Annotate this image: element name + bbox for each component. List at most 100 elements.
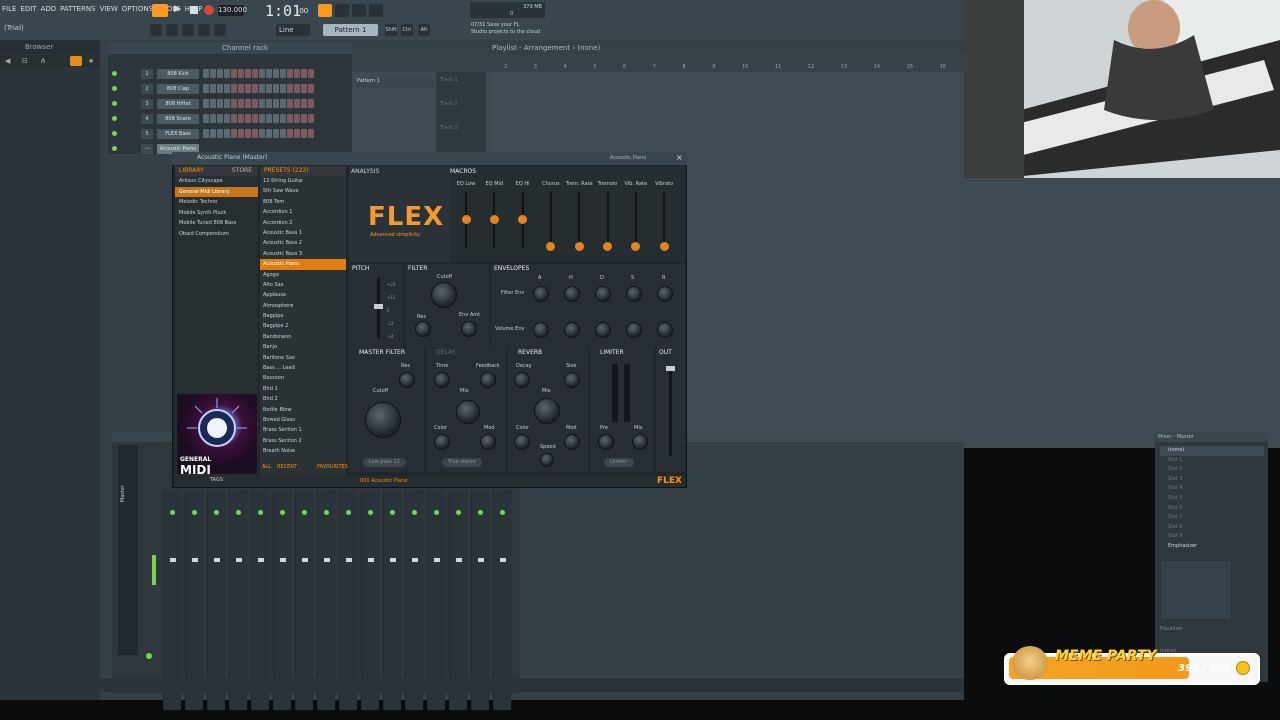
step-button[interactable]	[273, 84, 279, 93]
step-button[interactable]	[231, 69, 237, 78]
step-button[interactable]	[294, 99, 300, 108]
mf-cutoff-knob[interactable]	[365, 402, 401, 438]
reverb-speed-knob[interactable]	[540, 453, 554, 467]
step-button[interactable]	[259, 114, 265, 123]
volume-fader[interactable]	[170, 558, 176, 562]
channel-led[interactable]	[112, 71, 117, 76]
step-button[interactable]	[280, 99, 286, 108]
library-item[interactable]: Melodic Techno	[175, 197, 258, 208]
step-button[interactable]	[308, 99, 314, 108]
mute-led[interactable]	[456, 510, 461, 515]
step-button[interactable]	[259, 69, 265, 78]
piano-roll-icon[interactable]	[166, 24, 178, 36]
step-button[interactable]	[287, 69, 293, 78]
preset-item[interactable]: Acoustic Bass 3	[260, 249, 346, 259]
step-button[interactable]	[245, 69, 251, 78]
delay-mix-knob[interactable]	[456, 400, 480, 424]
step-button[interactable]	[210, 129, 216, 138]
mixer-insert-strip[interactable]	[383, 490, 401, 710]
step-button[interactable]	[224, 69, 230, 78]
step-button[interactable]	[252, 114, 258, 123]
volume-fader[interactable]	[390, 558, 396, 562]
reverb-decay-knob[interactable]	[514, 372, 530, 388]
mute-led[interactable]	[280, 510, 285, 515]
delay-time-knob[interactable]	[434, 372, 450, 388]
step-button[interactable]	[301, 99, 307, 108]
step-button[interactable]	[245, 99, 251, 108]
mixer-insert-strip[interactable]	[273, 490, 291, 710]
step-button[interactable]	[266, 99, 272, 108]
channel-row[interactable]: 2 808 Clap	[112, 81, 314, 96]
preset-item[interactable]: Agogo	[260, 270, 346, 280]
macro-slider-thumb[interactable]	[461, 214, 471, 224]
mute-led[interactable]	[236, 510, 241, 515]
step-button[interactable]	[266, 69, 272, 78]
volume-fader[interactable]	[456, 558, 462, 562]
mute-led[interactable]	[214, 510, 219, 515]
mute-led[interactable]	[434, 510, 439, 515]
channel-mixer-track[interactable]: 4	[141, 113, 153, 124]
delay-mode-select[interactable]: True stereo	[442, 458, 482, 467]
macro-slider[interactable]	[634, 192, 637, 248]
effect-slot[interactable]: Slot 9	[1160, 532, 1264, 542]
mixer-insert-strip[interactable]	[229, 490, 247, 710]
filter-all[interactable]: ALL	[262, 464, 271, 470]
star-icon[interactable]: ★	[88, 57, 94, 65]
volume-fader[interactable]	[280, 558, 286, 562]
delay-mod-knob[interactable]	[480, 434, 496, 450]
step-button[interactable]	[203, 114, 209, 123]
mute-led[interactable]	[302, 510, 307, 515]
mute-led[interactable]	[390, 510, 395, 515]
preset-item[interactable]: Acoustic Piano	[260, 259, 346, 270]
preset-item[interactable]: Bass ... Lead	[260, 363, 346, 373]
pat-song-toggle[interactable]	[152, 4, 168, 17]
channel-name[interactable]: 808 Kick	[157, 68, 199, 79]
preset-item[interactable]: Accordion 2	[260, 218, 346, 228]
channel-name[interactable]: 808 HiHat	[157, 98, 199, 109]
step-button[interactable]	[252, 69, 258, 78]
preset-item[interactable]: Accordion 1	[260, 207, 346, 217]
channel-mixer-track[interactable]: 3	[141, 98, 153, 109]
output-slider[interactable]	[669, 366, 672, 456]
envelope-knob[interactable]	[564, 286, 580, 302]
eq-graph[interactable]	[1160, 560, 1232, 620]
limiter-mix-knob[interactable]	[632, 434, 648, 450]
reverb-color-knob[interactable]	[514, 434, 530, 450]
channel-mixer-track[interactable]: 2	[141, 83, 153, 94]
channel-name[interactable]: 808 Clap	[157, 83, 199, 94]
envelope-knob[interactable]	[657, 286, 673, 302]
step-button[interactable]	[238, 69, 244, 78]
macro-slider[interactable]	[578, 192, 581, 248]
preset-item[interactable]: Bassoon	[260, 373, 346, 383]
macro-slider[interactable]	[606, 192, 609, 248]
effect-slot[interactable]: Slot 2	[1160, 465, 1264, 475]
step-button[interactable]	[217, 99, 223, 108]
track-header[interactable]: Track 1	[440, 77, 458, 83]
volume-fader[interactable]	[346, 558, 352, 562]
envelope-knob[interactable]	[626, 322, 642, 338]
channel-row[interactable]: 1 808 Kick	[112, 66, 314, 81]
step-button[interactable]	[273, 114, 279, 123]
pattern-selector[interactable]: Pattern 1	[323, 24, 378, 36]
ctrl-key[interactable]: Ctrl	[401, 24, 413, 36]
step-button[interactable]	[259, 129, 265, 138]
step-button[interactable]	[217, 129, 223, 138]
mute-led[interactable]	[346, 510, 351, 515]
pattern-picker-item[interactable]: Pattern 1	[357, 78, 435, 88]
mixer-insert-strip[interactable]	[185, 490, 203, 710]
delay-color-knob[interactable]	[434, 434, 450, 450]
step-button[interactable]	[287, 99, 293, 108]
mixer-insert-strip[interactable]	[207, 490, 225, 710]
track-header[interactable]: Track 3	[440, 125, 458, 131]
close-icon[interactable]: ×	[676, 153, 683, 162]
channel-led[interactable]	[112, 116, 117, 121]
library-item[interactable]: Arkoun Cityscape	[175, 176, 258, 187]
library-item[interactable]: Obaid Compendium	[175, 229, 258, 240]
mixer-insert-strip[interactable]	[317, 490, 335, 710]
mixer-insert-strip[interactable]	[295, 490, 313, 710]
step-button[interactable]	[245, 114, 251, 123]
env-amt-knob[interactable]	[461, 321, 477, 337]
mixer-insert-strip[interactable]	[449, 490, 467, 710]
playlist-title[interactable]: Playlist - Arrangement › (none)	[352, 42, 964, 54]
macro-slider-thumb[interactable]	[659, 242, 669, 251]
